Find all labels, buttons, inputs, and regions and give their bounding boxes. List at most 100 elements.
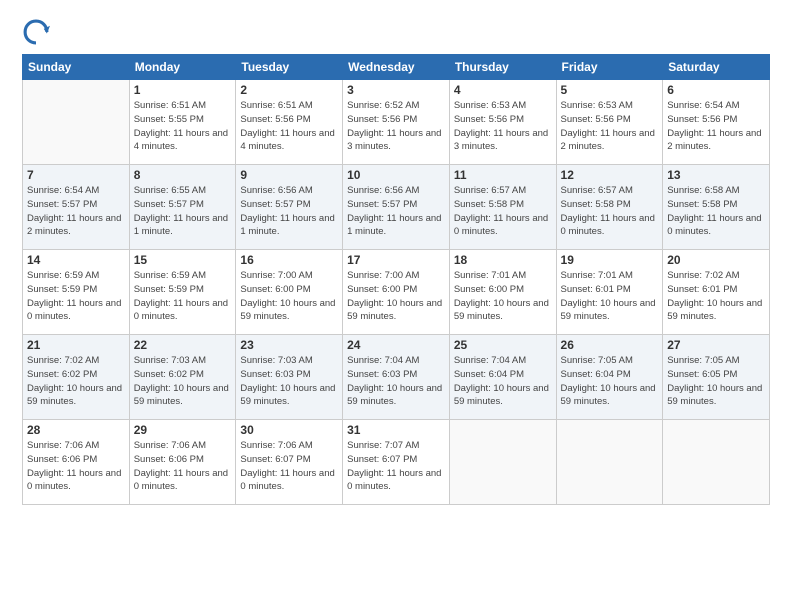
calendar-cell: 18 Sunrise: 7:01 AM Sunset: 6:00 PM Dayli… (449, 250, 556, 335)
day-info: Sunrise: 7:06 AM Sunset: 6:06 PM Dayligh… (134, 439, 232, 494)
logo-icon (22, 18, 50, 46)
day-info: Sunrise: 6:55 AM Sunset: 5:57 PM Dayligh… (134, 184, 232, 239)
day-info: Sunrise: 7:02 AM Sunset: 6:02 PM Dayligh… (27, 354, 125, 409)
day-number: 9 (240, 168, 338, 182)
calendar-cell: 6Sunrise: 6:54 AM Sunset: 5:56 PM Daylig… (663, 80, 770, 165)
day-info: Sunrise: 6:57 AM Sunset: 5:58 PM Dayligh… (454, 184, 552, 239)
day-info: Sunrise: 6:53 AM Sunset: 5:56 PM Dayligh… (561, 99, 659, 154)
calendar-table: SundayMondayTuesdayWednesdayThursdayFrid… (22, 54, 770, 505)
day-info: Sunrise: 6:51 AM Sunset: 5:55 PM Dayligh… (134, 99, 232, 154)
calendar-cell: 2 Sunrise: 6:51 AM Sunset: 5:56 PM Daylig… (236, 80, 343, 165)
header-day: Monday (129, 55, 236, 80)
calendar-cell: 8 Sunrise: 6:55 AM Sunset: 5:57 PM Daylig… (129, 165, 236, 250)
day-number: 29 (134, 423, 232, 437)
day-info: Sunrise: 7:06 AM Sunset: 6:06 PM Dayligh… (27, 439, 125, 494)
day-info: Sunrise: 6:57 AM Sunset: 5:58 PM Dayligh… (561, 184, 659, 239)
day-number: 22 (134, 338, 232, 352)
calendar-cell: 29 Sunrise: 7:06 AM Sunset: 6:06 PM Dayli… (129, 420, 236, 505)
logo (22, 18, 54, 46)
day-info: Sunrise: 7:00 AM Sunset: 6:00 PM Dayligh… (347, 269, 445, 324)
calendar-cell (23, 80, 130, 165)
calendar-cell: 21 Sunrise: 7:02 AM Sunset: 6:02 PM Dayli… (23, 335, 130, 420)
day-info: Sunrise: 7:02 AM Sunset: 6:01 PM Dayligh… (667, 269, 765, 324)
day-number: 23 (240, 338, 338, 352)
day-info: Sunrise: 7:04 AM Sunset: 6:03 PM Dayligh… (347, 354, 445, 409)
calendar-cell: 10 Sunrise: 6:56 AM Sunset: 5:57 PM Dayli… (343, 165, 450, 250)
calendar-cell: 13Sunrise: 6:58 AM Sunset: 5:58 PM Dayli… (663, 165, 770, 250)
day-number: 5 (561, 83, 659, 97)
day-number: 21 (27, 338, 125, 352)
day-number: 27 (667, 338, 765, 352)
calendar-cell: 30 Sunrise: 7:06 AM Sunset: 6:07 PM Dayli… (236, 420, 343, 505)
day-number: 7 (27, 168, 125, 182)
day-info: Sunrise: 6:56 AM Sunset: 5:57 PM Dayligh… (347, 184, 445, 239)
header-day: Friday (556, 55, 663, 80)
calendar-cell: 28 Sunrise: 7:06 AM Sunset: 6:06 PM Dayli… (23, 420, 130, 505)
day-info: Sunrise: 7:01 AM Sunset: 6:01 PM Dayligh… (561, 269, 659, 324)
day-number: 16 (240, 253, 338, 267)
day-info: Sunrise: 6:56 AM Sunset: 5:57 PM Dayligh… (240, 184, 338, 239)
calendar-cell: 16 Sunrise: 7:00 AM Sunset: 6:00 PM Dayli… (236, 250, 343, 335)
day-info: Sunrise: 6:52 AM Sunset: 5:56 PM Dayligh… (347, 99, 445, 154)
day-info: Sunrise: 6:54 AM Sunset: 5:56 PM Dayligh… (667, 99, 765, 154)
day-info: Sunrise: 7:00 AM Sunset: 6:00 PM Dayligh… (240, 269, 338, 324)
day-number: 31 (347, 423, 445, 437)
day-number: 25 (454, 338, 552, 352)
day-info: Sunrise: 6:53 AM Sunset: 5:56 PM Dayligh… (454, 99, 552, 154)
calendar-cell: 5 Sunrise: 6:53 AM Sunset: 5:56 PM Daylig… (556, 80, 663, 165)
calendar-cell: 25Sunrise: 7:04 AM Sunset: 6:04 PM Dayli… (449, 335, 556, 420)
header-day: Thursday (449, 55, 556, 80)
day-info: Sunrise: 6:58 AM Sunset: 5:58 PM Dayligh… (667, 184, 765, 239)
day-info: Sunrise: 6:59 AM Sunset: 5:59 PM Dayligh… (134, 269, 232, 324)
day-number: 28 (27, 423, 125, 437)
calendar-week-row: 1 Sunrise: 6:51 AM Sunset: 5:55 PM Daylig… (23, 80, 770, 165)
day-info: Sunrise: 7:01 AM Sunset: 6:00 PM Dayligh… (454, 269, 552, 324)
day-info: Sunrise: 7:07 AM Sunset: 6:07 PM Dayligh… (347, 439, 445, 494)
day-info: Sunrise: 7:05 AM Sunset: 6:04 PM Dayligh… (561, 354, 659, 409)
calendar-week-row: 7Sunrise: 6:54 AM Sunset: 5:57 PM Daylig… (23, 165, 770, 250)
page: SundayMondayTuesdayWednesdayThursdayFrid… (0, 0, 792, 612)
day-info: Sunrise: 6:51 AM Sunset: 5:56 PM Dayligh… (240, 99, 338, 154)
calendar-cell: 7Sunrise: 6:54 AM Sunset: 5:57 PM Daylig… (23, 165, 130, 250)
calendar-cell: 14 Sunrise: 6:59 AM Sunset: 5:59 PM Dayli… (23, 250, 130, 335)
calendar-cell: 9 Sunrise: 6:56 AM Sunset: 5:57 PM Daylig… (236, 165, 343, 250)
header-day: Saturday (663, 55, 770, 80)
day-number: 12 (561, 168, 659, 182)
day-number: 4 (454, 83, 552, 97)
calendar-cell: 15 Sunrise: 6:59 AM Sunset: 5:59 PM Dayli… (129, 250, 236, 335)
day-number: 30 (240, 423, 338, 437)
day-number: 19 (561, 253, 659, 267)
header-row: SundayMondayTuesdayWednesdayThursdayFrid… (23, 55, 770, 80)
calendar-cell: 12 Sunrise: 6:57 AM Sunset: 5:58 PM Dayli… (556, 165, 663, 250)
calendar-cell: 1 Sunrise: 6:51 AM Sunset: 5:55 PM Daylig… (129, 80, 236, 165)
day-info: Sunrise: 7:06 AM Sunset: 6:07 PM Dayligh… (240, 439, 338, 494)
day-number: 1 (134, 83, 232, 97)
day-number: 18 (454, 253, 552, 267)
calendar-week-row: 14 Sunrise: 6:59 AM Sunset: 5:59 PM Dayli… (23, 250, 770, 335)
day-info: Sunrise: 6:59 AM Sunset: 5:59 PM Dayligh… (27, 269, 125, 324)
calendar-cell: 22 Sunrise: 7:03 AM Sunset: 6:02 PM Dayli… (129, 335, 236, 420)
day-number: 2 (240, 83, 338, 97)
header (22, 18, 770, 46)
calendar-cell (449, 420, 556, 505)
calendar-cell: 4 Sunrise: 6:53 AM Sunset: 5:56 PM Daylig… (449, 80, 556, 165)
day-number: 15 (134, 253, 232, 267)
header-day: Tuesday (236, 55, 343, 80)
day-number: 24 (347, 338, 445, 352)
day-number: 17 (347, 253, 445, 267)
calendar-cell: 11Sunrise: 6:57 AM Sunset: 5:58 PM Dayli… (449, 165, 556, 250)
day-number: 3 (347, 83, 445, 97)
day-info: Sunrise: 7:03 AM Sunset: 6:02 PM Dayligh… (134, 354, 232, 409)
day-number: 14 (27, 253, 125, 267)
calendar-cell: 3 Sunrise: 6:52 AM Sunset: 5:56 PM Daylig… (343, 80, 450, 165)
calendar-cell (663, 420, 770, 505)
header-day: Sunday (23, 55, 130, 80)
calendar-cell: 23Sunrise: 7:03 AM Sunset: 6:03 PM Dayli… (236, 335, 343, 420)
header-day: Wednesday (343, 55, 450, 80)
calendar-cell: 27Sunrise: 7:05 AM Sunset: 6:05 PM Dayli… (663, 335, 770, 420)
day-number: 8 (134, 168, 232, 182)
calendar-cell: 31 Sunrise: 7:07 AM Sunset: 6:07 PM Dayli… (343, 420, 450, 505)
calendar-cell: 19 Sunrise: 7:01 AM Sunset: 6:01 PM Dayli… (556, 250, 663, 335)
calendar-week-row: 28 Sunrise: 7:06 AM Sunset: 6:06 PM Dayli… (23, 420, 770, 505)
day-number: 10 (347, 168, 445, 182)
